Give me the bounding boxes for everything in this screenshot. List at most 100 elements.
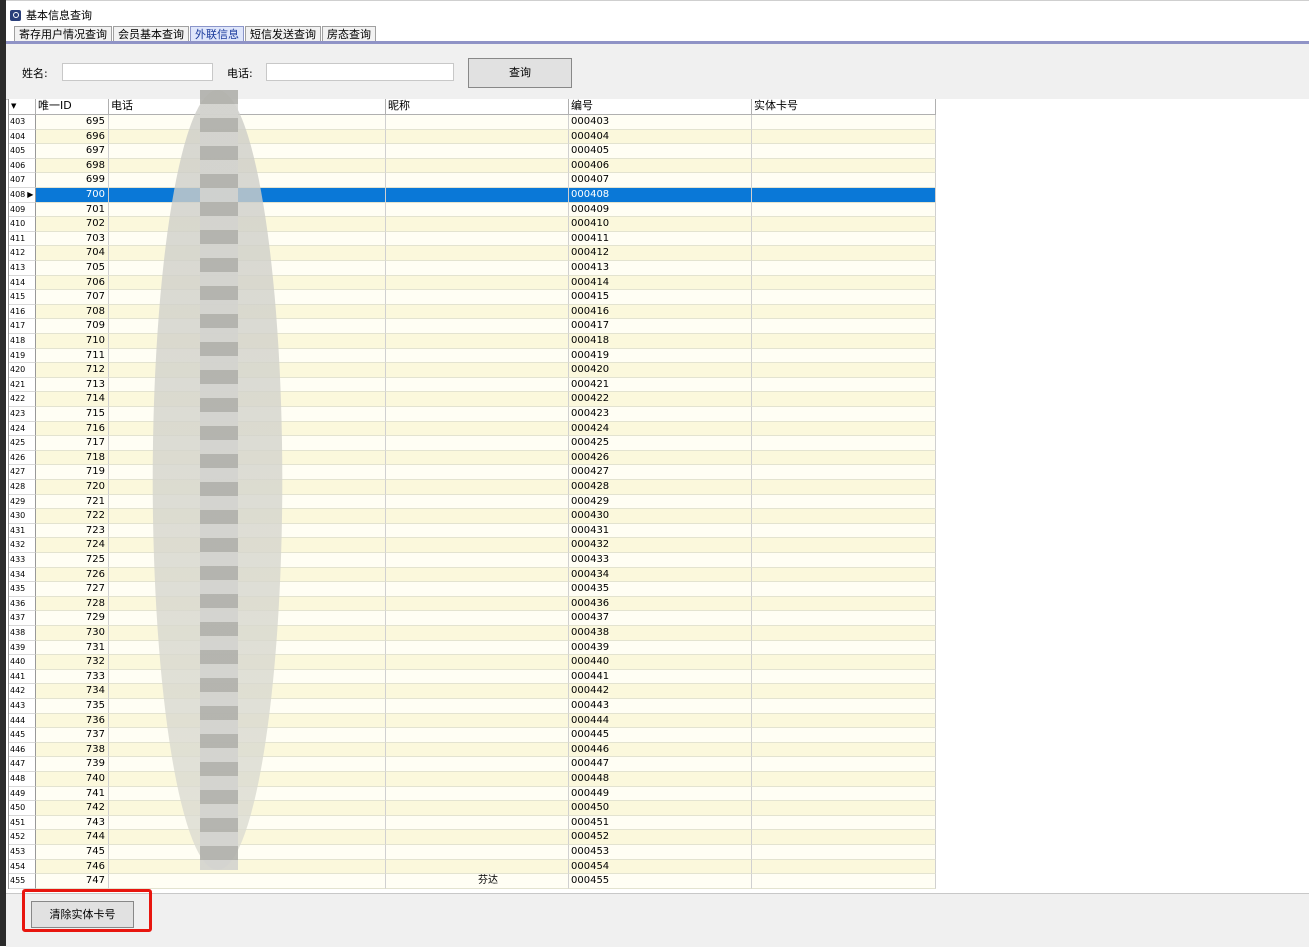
cell-number[interactable]: 000429 <box>569 494 752 510</box>
cell-phone[interactable] <box>109 363 386 378</box>
row-number[interactable]: 437 <box>9 611 36 626</box>
row-number[interactable]: 410 <box>9 217 36 232</box>
cell-id[interactable]: 696 <box>36 129 109 145</box>
cell-number[interactable]: 000446 <box>569 742 752 758</box>
cell-card-number[interactable] <box>752 655 936 670</box>
table-row[interactable]: 444 736 000444 <box>9 713 936 729</box>
tab-sms-query[interactable]: 短信发送查询 <box>245 26 321 42</box>
cell-nickname[interactable] <box>386 757 569 772</box>
cell-number[interactable]: 000430 <box>569 509 752 524</box>
cell-number[interactable]: 000420 <box>569 363 752 378</box>
cell-id[interactable]: 723 <box>36 523 109 539</box>
cell-card-number[interactable] <box>752 611 936 626</box>
cell-nickname[interactable] <box>386 319 569 334</box>
cell-nickname[interactable] <box>386 596 569 612</box>
cell-id[interactable]: 704 <box>36 246 109 261</box>
cell-card-number[interactable] <box>752 553 936 568</box>
cell-id[interactable]: 746 <box>36 859 109 875</box>
table-row[interactable]: 413 705 000413 <box>9 261 936 276</box>
table-row[interactable]: 443 735 000443 <box>9 699 936 714</box>
cell-id[interactable]: 741 <box>36 786 109 802</box>
cell-phone[interactable] <box>109 815 386 831</box>
cell-id[interactable]: 734 <box>36 684 109 699</box>
phone-input[interactable] <box>266 63 454 81</box>
cell-phone[interactable] <box>109 261 386 276</box>
table-row[interactable]: 451 743 000451 <box>9 815 936 831</box>
tab-room-status-query[interactable]: 房态查询 <box>322 26 376 42</box>
row-number[interactable]: 423 <box>9 407 36 422</box>
cell-phone[interactable] <box>109 655 386 670</box>
cell-number[interactable]: 000449 <box>569 786 752 802</box>
tab-member-basic-query[interactable]: 会员基本查询 <box>113 26 189 42</box>
cell-nickname[interactable] <box>386 655 569 670</box>
cell-nickname[interactable] <box>386 509 569 524</box>
cell-card-number[interactable] <box>752 319 936 334</box>
row-number[interactable]: 429 <box>9 494 36 510</box>
cell-phone[interactable] <box>109 611 386 626</box>
table-row[interactable]: 411 703 000411 <box>9 231 936 247</box>
row-number[interactable]: 413 <box>9 261 36 276</box>
cell-nickname[interactable] <box>386 728 569 743</box>
cell-phone[interactable] <box>109 348 386 364</box>
row-number[interactable]: 438 <box>9 626 36 641</box>
cell-card-number[interactable] <box>752 538 936 553</box>
cell-phone[interactable] <box>109 217 386 232</box>
row-number[interactable]: 451 <box>9 815 36 831</box>
table-row[interactable]: 418 710 000418 <box>9 334 936 349</box>
cell-nickname[interactable] <box>386 640 569 656</box>
table-row[interactable]: 454 746 000454 <box>9 859 936 875</box>
cell-card-number[interactable] <box>752 348 936 364</box>
cell-number[interactable]: 000409 <box>569 202 752 218</box>
table-row[interactable]: 423 715 000423 <box>9 407 936 422</box>
cell-card-number[interactable] <box>752 494 936 510</box>
cell-number[interactable]: 000441 <box>569 669 752 685</box>
cell-number[interactable]: 000440 <box>569 655 752 670</box>
cell-nickname[interactable]: 芬达 <box>386 874 569 889</box>
cell-number[interactable]: 000448 <box>569 772 752 787</box>
row-number[interactable]: 403 <box>9 115 36 130</box>
cell-phone[interactable] <box>109 144 386 159</box>
cell-nickname[interactable] <box>386 713 569 729</box>
cell-number[interactable]: 000453 <box>569 845 752 860</box>
table-row[interactable]: 433 725 000433 <box>9 553 936 568</box>
cell-number[interactable]: 000405 <box>569 144 752 159</box>
cell-number[interactable]: 000435 <box>569 582 752 597</box>
cell-id[interactable]: 731 <box>36 640 109 656</box>
cell-id[interactable]: 707 <box>36 290 109 305</box>
cell-id[interactable]: 740 <box>36 772 109 787</box>
cell-nickname[interactable] <box>386 626 569 641</box>
cell-nickname[interactable] <box>386 538 569 553</box>
cell-nickname[interactable] <box>386 129 569 145</box>
table-row[interactable]: 448 740 000448 <box>9 772 936 787</box>
cell-nickname[interactable] <box>386 815 569 831</box>
row-number[interactable]: 448 <box>9 772 36 787</box>
cell-number[interactable]: 000413 <box>569 261 752 276</box>
cell-card-number[interactable] <box>752 246 936 261</box>
row-number[interactable]: 416 <box>9 304 36 320</box>
cell-phone[interactable] <box>109 246 386 261</box>
cell-nickname[interactable] <box>386 436 569 451</box>
row-number[interactable]: 439 <box>9 640 36 656</box>
table-row[interactable]: 421 713 000421 <box>9 377 936 393</box>
cell-card-number[interactable] <box>752 596 936 612</box>
row-number[interactable]: 419 <box>9 348 36 364</box>
cell-id[interactable]: 718 <box>36 450 109 466</box>
cell-number[interactable]: 000445 <box>569 728 752 743</box>
cell-number[interactable]: 000452 <box>569 830 752 845</box>
cell-id[interactable]: 735 <box>36 699 109 714</box>
cell-number[interactable]: 000419 <box>569 348 752 364</box>
cell-card-number[interactable] <box>752 480 936 495</box>
row-number[interactable]: 422 <box>9 392 36 407</box>
cell-id[interactable]: 725 <box>36 553 109 568</box>
cell-phone[interactable] <box>109 202 386 218</box>
cell-id[interactable]: 722 <box>36 509 109 524</box>
table-row[interactable]: 450 742 000450 <box>9 801 936 816</box>
cell-id[interactable]: 708 <box>36 304 109 320</box>
cell-card-number[interactable] <box>752 144 936 159</box>
cell-number[interactable]: 000424 <box>569 421 752 437</box>
table-row[interactable]: 412 704 000412 <box>9 246 936 261</box>
table-row[interactable]: 441 733 000441 <box>9 669 936 685</box>
row-number[interactable]: 408 <box>9 188 36 203</box>
cell-card-number[interactable] <box>752 217 936 232</box>
cell-phone[interactable] <box>109 275 386 291</box>
